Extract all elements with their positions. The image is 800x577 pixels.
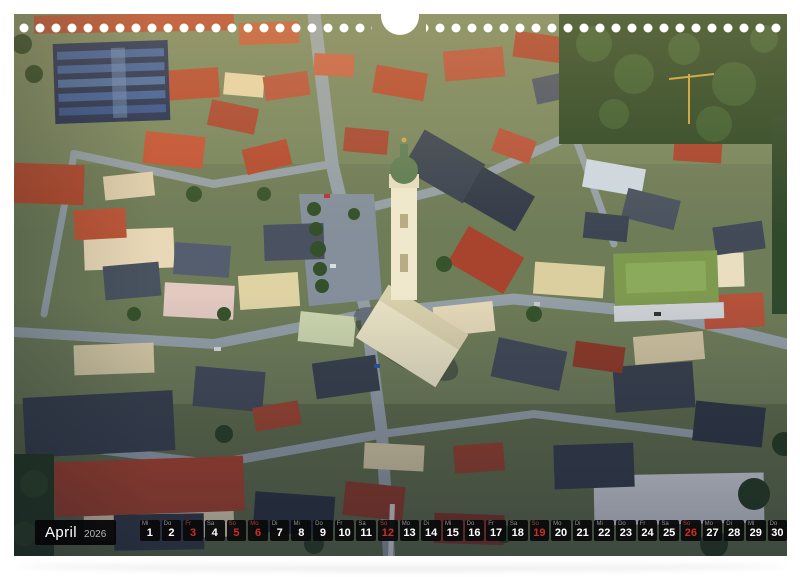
day-cell: So19 — [530, 520, 550, 541]
day-number: 12 — [378, 528, 398, 539]
day-number: 17 — [486, 528, 506, 539]
day-number: 18 — [508, 528, 528, 539]
day-cell: Di7 — [270, 520, 290, 541]
day-number: 25 — [659, 528, 679, 539]
day-number: 15 — [443, 528, 463, 539]
day-number: 20 — [551, 528, 571, 539]
day-number: 3 — [183, 528, 203, 539]
day-number: 2 — [162, 528, 182, 539]
day-cell: So5 — [227, 520, 247, 541]
day-cell: Di21 — [573, 520, 593, 541]
day-number: 28 — [724, 528, 744, 539]
day-number: 10 — [335, 528, 355, 539]
day-cell: Mi22 — [594, 520, 614, 541]
day-cell: Do2 — [162, 520, 182, 541]
day-cell: Sa11 — [356, 520, 376, 541]
day-number: 13 — [400, 528, 420, 539]
day-cell: Fr17 — [486, 520, 506, 541]
month-label-bar: April 2026 — [35, 520, 116, 545]
day-cell: Do9 — [313, 520, 333, 541]
year-label: 2026 — [84, 529, 106, 540]
day-number: 30 — [768, 528, 787, 539]
day-cell: Di14 — [421, 520, 441, 541]
day-number: 23 — [616, 528, 636, 539]
day-number: 16 — [465, 528, 485, 539]
day-number: 26 — [681, 528, 701, 539]
day-cell: Mo27 — [703, 520, 723, 541]
day-number: 7 — [270, 528, 290, 539]
day-cell: Do23 — [616, 520, 636, 541]
day-number: 5 — [227, 528, 247, 539]
day-cell: Fr10 — [335, 520, 355, 541]
day-cell: Mi8 — [291, 520, 311, 541]
day-cell: So26 — [681, 520, 701, 541]
day-number: 19 — [530, 528, 550, 539]
day-cell: Fr3 — [183, 520, 203, 541]
day-cell: Mo20 — [551, 520, 571, 541]
day-cell: Mi29 — [746, 520, 766, 541]
day-cell: Do16 — [465, 520, 485, 541]
day-number: 6 — [248, 528, 268, 539]
day-cell: Sa25 — [659, 520, 679, 541]
day-number: 24 — [638, 528, 658, 539]
calendar-page: April 2026 Mi1 Do2 Fr3 Sa4 So5 Mo6 Di7 M… — [0, 0, 800, 577]
day-number: 14 — [421, 528, 441, 539]
page-edge-shadow — [18, 562, 786, 571]
calendar-photo: April 2026 Mi1 Do2 Fr3 Sa4 So5 Mo6 Di7 M… — [14, 14, 787, 556]
day-number: 22 — [594, 528, 614, 539]
day-number: 8 — [291, 528, 311, 539]
day-cell: Mi15 — [443, 520, 463, 541]
day-cell: So12 — [378, 520, 398, 541]
aerial-town-illustration — [14, 14, 787, 556]
day-cell: Mo13 — [400, 520, 420, 541]
day-number: 4 — [205, 528, 225, 539]
day-cell: Mo6 — [248, 520, 268, 541]
day-number: 29 — [746, 528, 766, 539]
day-cell: Do30 — [768, 520, 787, 541]
month-label: April — [45, 520, 77, 545]
day-cell: Fr24 — [638, 520, 658, 541]
day-cell: Sa18 — [508, 520, 528, 541]
day-cell: Di28 — [724, 520, 744, 541]
day-cell: Mi1 — [140, 520, 160, 541]
day-number: 27 — [703, 528, 723, 539]
day-number: 21 — [573, 528, 593, 539]
day-number: 9 — [313, 528, 333, 539]
day-number: 11 — [356, 528, 376, 539]
day-cell: Sa4 — [205, 520, 225, 541]
day-number: 1 — [140, 528, 160, 539]
calendar-strip: Mi1 Do2 Fr3 Sa4 So5 Mo6 Di7 Mi8 Do9 Fr10… — [140, 520, 787, 541]
